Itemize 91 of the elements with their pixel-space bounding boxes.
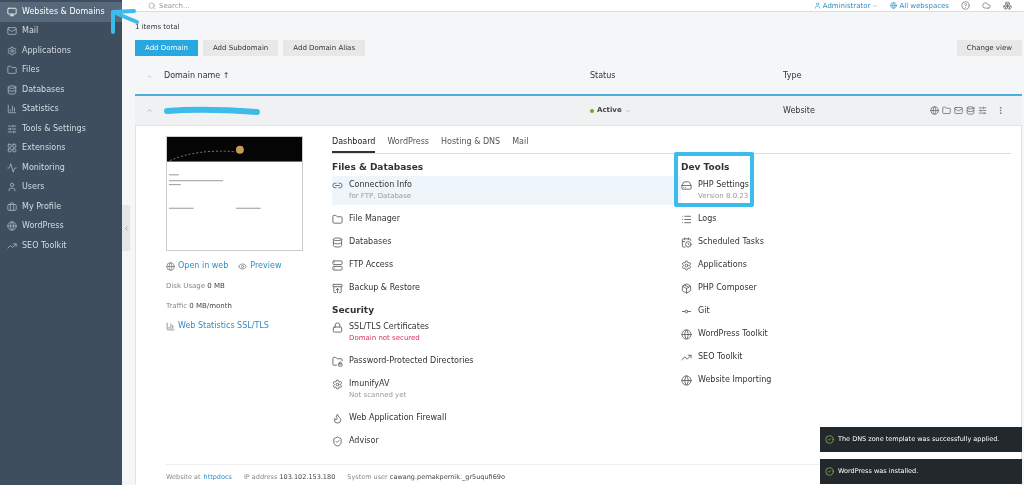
globe-icon	[681, 374, 692, 386]
collapse-handle[interactable]	[122, 205, 130, 251]
database-icon	[332, 236, 343, 248]
drive-icon	[681, 179, 692, 191]
help-icon[interactable]	[961, 1, 970, 10]
tool-item[interactable]: WordPress Toolkit	[681, 324, 772, 343]
tool-item[interactable]: Databases	[332, 232, 681, 251]
sidebar-item[interactable]: Databases	[0, 80, 122, 100]
sidebar-item[interactable]: Mail	[0, 21, 122, 41]
folder-icon	[7, 65, 17, 76]
grid-icon	[7, 143, 17, 154]
server-icon	[332, 259, 343, 271]
search-icon	[148, 1, 156, 10]
column-header[interactable]: Type	[783, 70, 802, 82]
more-icon[interactable]	[996, 106, 1005, 115]
monitor-icon	[7, 6, 17, 17]
envelope-icon	[7, 26, 17, 37]
folder-icon	[332, 213, 343, 225]
section-title: Files & Databases	[332, 161, 425, 174]
column-header[interactable]: Status	[590, 70, 783, 82]
panel-tab[interactable]: Dashboard	[332, 136, 376, 153]
list-icon	[681, 213, 692, 225]
panel-tab[interactable]: Hosting & DNS	[441, 136, 501, 153]
globe-icon	[890, 2, 898, 9]
section-title: Security	[332, 303, 376, 317]
tool-item[interactable]: Password-Protected Directories	[332, 352, 681, 370]
eye-icon	[238, 261, 248, 271]
tool-item[interactable]: Applications	[681, 255, 772, 274]
user-icon	[813, 2, 821, 9]
tool-item[interactable]: FTP Access	[332, 255, 681, 274]
sidebar-item[interactable]: SEO Toolkit	[0, 236, 122, 256]
tool-item[interactable]: File Manager	[332, 209, 681, 228]
tool-item[interactable]: Git	[681, 301, 772, 320]
tool-item[interactable]: Advisor	[332, 432, 681, 450]
calendar-icon	[681, 236, 692, 248]
boxes-icon[interactable]	[1003, 1, 1012, 10]
lock-icon	[332, 322, 343, 333]
gear-icon	[681, 259, 692, 271]
globe-icon[interactable]	[930, 106, 939, 115]
preview-link[interactable]: Preview	[238, 260, 282, 272]
package-icon	[681, 282, 692, 294]
cloud-icon[interactable]	[982, 1, 991, 10]
sidebar-item[interactable]: Extensions	[0, 138, 122, 158]
sidebar-item[interactable]: My Profile	[0, 197, 122, 217]
tool-item[interactable]: Logs	[681, 209, 772, 228]
sidebar-item[interactable]: Tools & Settings	[0, 119, 122, 139]
section-title: Dev Tools	[681, 161, 731, 174]
check-icon	[825, 435, 834, 444]
database-icon[interactable]	[966, 106, 975, 115]
globe-icon	[7, 221, 17, 232]
archive-icon	[332, 282, 343, 294]
envelope-icon[interactable]	[954, 106, 963, 115]
sidebar-item[interactable]: WordPress	[0, 216, 122, 236]
folder-lock-icon	[332, 356, 343, 367]
trend-icon	[7, 240, 17, 251]
user-icon	[7, 182, 17, 193]
column-header[interactable]: Domain name ↑	[164, 70, 590, 82]
sidebar-item[interactable]: Users	[0, 177, 122, 197]
caret-icon	[872, 2, 879, 9]
panel-tab[interactable]: Mail	[512, 136, 529, 153]
check-icon	[825, 467, 834, 476]
panel-tab[interactable]: WordPress	[387, 136, 430, 153]
gear-icon	[7, 45, 17, 56]
sidebar-item[interactable]: Files	[0, 60, 122, 80]
tool-item[interactable]: SEO Toolkit	[681, 347, 772, 366]
sliders-icon[interactable]	[978, 106, 987, 115]
shield-icon	[332, 436, 343, 447]
globe-icon	[681, 328, 692, 340]
bar-chart-icon	[166, 321, 175, 331]
bar-chart-icon	[7, 104, 17, 115]
folder-icon[interactable]	[942, 106, 951, 115]
pulse-icon	[7, 162, 17, 173]
tool-item[interactable]: Website Importing	[681, 370, 772, 389]
globe-icon	[166, 261, 175, 271]
sidebar-item[interactable]: Applications	[0, 41, 122, 61]
tool-item[interactable]: Scheduled Tasks	[681, 232, 772, 251]
tool-item[interactable]: PHP Composer	[681, 278, 772, 297]
sidebar-item[interactable]: Monitoring	[0, 158, 122, 178]
gear-icon	[332, 379, 343, 390]
flame-icon	[332, 413, 343, 424]
database-icon	[7, 84, 17, 95]
tool-item[interactable]: Web Application Firewall	[332, 409, 681, 427]
tool-item[interactable]: Backup & Restore	[332, 278, 681, 297]
web-statistics-link[interactable]: Web Statistics SSL/TLS	[166, 320, 332, 332]
sliders-icon	[7, 123, 17, 134]
sidebar-item[interactable]: Statistics	[0, 99, 122, 119]
briefcase-icon	[7, 201, 17, 212]
annotation-arrow	[108, 8, 140, 36]
sidebar-item[interactable]: Websites & Domains	[0, 2, 122, 22]
open-in-web-link[interactable]: Open in web	[166, 260, 229, 272]
type-cell-text: Website	[783, 104, 816, 117]
